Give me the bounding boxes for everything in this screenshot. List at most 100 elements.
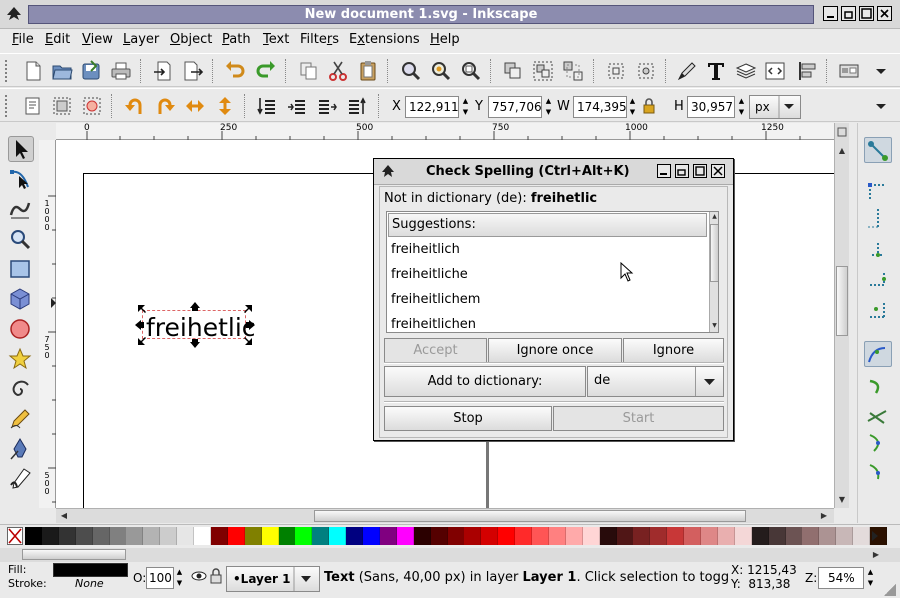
scrollbar-thumb[interactable] <box>22 549 126 560</box>
color-swatch[interactable] <box>363 527 380 545</box>
copy-icon[interactable] <box>298 60 320 82</box>
color-swatch[interactable] <box>633 527 651 545</box>
layers-icon[interactable] <box>735 60 757 82</box>
toolbar-grip[interactable] <box>4 59 8 83</box>
zoom-field[interactable]: 54% <box>818 567 864 589</box>
color-swatch[interactable] <box>836 527 854 545</box>
color-swatch[interactable] <box>92 527 110 545</box>
zoom-selection-icon[interactable] <box>400 60 422 82</box>
snap-midpoints-icon[interactable] <box>864 459 892 485</box>
transform-icon[interactable] <box>635 60 657 82</box>
save-icon[interactable] <box>80 60 102 82</box>
color-swatch[interactable] <box>177 527 195 545</box>
color-swatch[interactable] <box>312 527 330 545</box>
suggestions-list[interactable]: Suggestions: freiheitlich freiheitliche … <box>386 211 719 333</box>
paste-icon[interactable] <box>357 60 379 82</box>
close-icon[interactable] <box>711 164 725 178</box>
scroll-right-icon[interactable]: ▶ <box>870 549 882 561</box>
opacity-stepper[interactable]: ▲ ▼ <box>174 567 185 589</box>
color-swatch[interactable] <box>329 527 347 545</box>
pen-tool[interactable] <box>8 437 34 463</box>
menu-file[interactable]: File <box>12 32 34 47</box>
color-swatch[interactable] <box>498 527 516 545</box>
menu-text[interactable]: Text <box>263 32 289 47</box>
color-swatch[interactable] <box>447 527 465 545</box>
menu-layer[interactable]: Layer <box>123 32 159 47</box>
star-tool[interactable] <box>8 347 34 373</box>
maximize-icon[interactable] <box>859 6 874 21</box>
scrollbar-thumb[interactable] <box>314 510 746 522</box>
undo-icon[interactable] <box>224 60 246 82</box>
rotate-cw-icon[interactable] <box>154 95 176 117</box>
color-swatch[interactable] <box>802 527 820 545</box>
color-swatch[interactable] <box>582 527 600 545</box>
snap-bbox-edges-icon[interactable] <box>864 207 892 233</box>
new-document-icon[interactable] <box>22 60 44 82</box>
h-field[interactable]: 30,957 <box>687 96 735 118</box>
toolbar-grip[interactable] <box>4 94 8 118</box>
maximize-icon[interactable] <box>693 164 707 178</box>
menu-edit[interactable]: Edit <box>45 32 70 47</box>
import-icon[interactable] <box>152 60 174 82</box>
horizontal-scrollbar[interactable]: ◀ ▶ <box>56 508 834 523</box>
invert-selection-icon[interactable] <box>81 95 103 117</box>
suggestion-item[interactable]: freiheitlich <box>391 242 460 257</box>
scroll-left-icon[interactable]: ◀ <box>58 510 70 522</box>
zoom-drawing-icon[interactable] <box>430 60 452 82</box>
group-icon[interactable] <box>532 60 554 82</box>
pencil-tool[interactable] <box>8 407 34 433</box>
menu-view[interactable]: View <box>82 32 113 47</box>
language-select[interactable]: de <box>587 366 724 397</box>
color-swatch[interactable] <box>515 527 533 545</box>
align-distribute-icon[interactable] <box>796 60 818 82</box>
node-snap-icon[interactable] <box>605 60 627 82</box>
tweak-tool[interactable] <box>8 197 34 223</box>
suggestion-item[interactable]: freiheitlichem <box>391 292 480 307</box>
suggestions-scrollbar[interactable]: ▲ ▼ <box>709 212 718 332</box>
stroke-indicator[interactable]: None <box>75 577 104 590</box>
cut-icon[interactable] <box>327 60 349 82</box>
snap-bbox-icon[interactable] <box>864 177 892 203</box>
color-swatch[interactable] <box>430 527 448 545</box>
h-stepper[interactable]: ▲ ▼ <box>736 96 747 118</box>
resize-grip[interactable] <box>884 584 896 596</box>
scroll-down-icon[interactable]: ▼ <box>710 321 718 331</box>
redo-icon[interactable] <box>255 60 277 82</box>
print-icon[interactable] <box>110 60 132 82</box>
color-swatch[interactable] <box>25 527 42 545</box>
menu-filters[interactable]: Filters <box>300 32 339 47</box>
eye-icon[interactable] <box>191 570 207 582</box>
no-paint-icon[interactable] <box>7 527 23 545</box>
color-swatch[interactable] <box>413 527 431 545</box>
color-swatch[interactable] <box>227 527 245 545</box>
lock-icon[interactable] <box>640 95 658 117</box>
palette-menu-icon[interactable] <box>870 529 880 543</box>
suggestion-item[interactable]: freiheitliche <box>391 267 468 282</box>
color-swatch[interactable] <box>853 527 871 545</box>
raise-to-top-icon[interactable] <box>346 95 368 117</box>
vertical-ruler[interactable]: 1000 750 500 <box>39 140 56 508</box>
select-all-icon[interactable] <box>22 95 44 117</box>
y-field[interactable]: 757,706 <box>488 96 542 118</box>
snap-paths-icon[interactable] <box>864 375 892 401</box>
fill-stroke-icon[interactable] <box>676 60 698 82</box>
scrollbar-thumb[interactable] <box>836 266 848 336</box>
minimize-icon[interactable] <box>657 164 671 178</box>
color-swatch[interactable] <box>701 527 718 545</box>
flip-vertical-icon[interactable] <box>214 95 236 117</box>
unit-select[interactable]: px <box>749 95 801 119</box>
vertical-scrollbar[interactable]: ▲ ▼ <box>834 123 849 508</box>
ignore-button[interactable]: Ignore <box>623 338 724 363</box>
menu-object[interactable]: Object <box>170 32 212 47</box>
overflow-menu-icon[interactable] <box>870 95 892 117</box>
color-swatch[interactable] <box>717 527 735 545</box>
text-font-icon[interactable] <box>705 60 727 82</box>
restore-icon[interactable] <box>841 6 856 21</box>
close-icon[interactable] <box>877 6 892 21</box>
raise-icon[interactable] <box>316 95 338 117</box>
3d-box-tool[interactable] <box>8 287 34 313</box>
preferences-icon[interactable] <box>838 60 860 82</box>
w-stepper[interactable]: ▲ ▼ <box>627 96 638 118</box>
menu-extensions[interactable]: Extensions <box>349 32 420 47</box>
color-swatch[interactable] <box>346 527 364 545</box>
